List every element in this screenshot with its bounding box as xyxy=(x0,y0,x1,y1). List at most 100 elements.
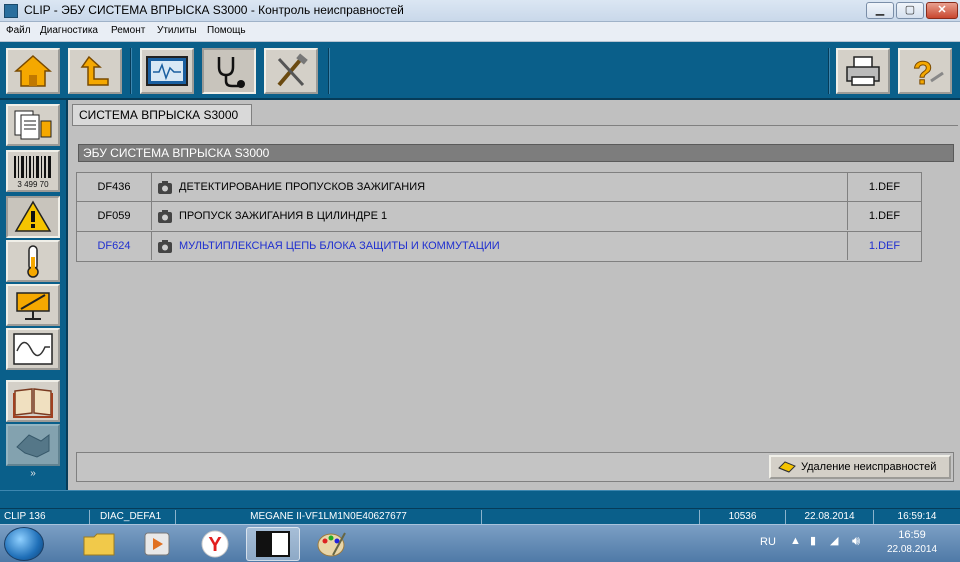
up-level-button[interactable] xyxy=(68,48,122,94)
paint-icon xyxy=(317,532,346,557)
fault-status: 1.DEF xyxy=(847,173,921,201)
repair-icon xyxy=(16,434,50,458)
battery-icon[interactable]: ▮ xyxy=(810,534,816,547)
taskbar-media-player[interactable] xyxy=(130,527,184,561)
clear-faults-label: Удаление неисправностей xyxy=(801,461,937,473)
sidebar-documents-button[interactable] xyxy=(6,104,60,146)
back-up-icon xyxy=(80,55,109,86)
book-icon xyxy=(13,388,53,418)
fault-status: 1.DEF xyxy=(847,232,921,260)
fault-type-icon xyxy=(158,240,172,253)
fault-code: DF436 xyxy=(77,173,152,201)
media-player-icon xyxy=(144,532,170,556)
oscilloscope-icon xyxy=(146,56,188,86)
documents-icon xyxy=(14,110,52,140)
svg-text:?: ? xyxy=(913,55,933,89)
taskbar-clip[interactable] xyxy=(246,527,300,561)
volume-icon[interactable]: 🔊︎ xyxy=(852,533,860,549)
menu-help[interactable]: Помощь xyxy=(207,25,246,36)
main-panel: СИСТЕМА ВПРЫСКА S3000 ЭБУ СИСТЕМА ВПРЫСК… xyxy=(66,100,960,490)
fault-description: ПРОПУСК ЗАЖИГАНИЯ В ЦИЛИНДРЕ 1 xyxy=(179,210,388,222)
toolbar: ? xyxy=(0,42,960,100)
sidebar: 3 499 70 » xyxy=(0,100,66,490)
ecu-section-header: ЭБУ СИСТЕМА ВПРЫСКА S3000 xyxy=(78,144,954,162)
fault-row-selected[interactable]: DF624 МУЛЬТИПЛЕКСНАЯ ЦЕПЬ БЛОКА ЗАЩИТЫ И… xyxy=(76,232,922,262)
taskbar: Y RU ▲ ▮ ◢ 🔊︎ 16:59 22.08.2014 xyxy=(0,524,960,562)
sidebar-parameters-button[interactable] xyxy=(6,240,60,282)
tab-divider xyxy=(72,125,958,126)
taskbar-yandex-browser[interactable]: Y xyxy=(188,527,242,561)
status-date: 22.08.2014 xyxy=(786,510,874,524)
status-device: CLIP 136 xyxy=(0,510,90,524)
repair-tools-button[interactable] xyxy=(264,48,318,94)
diagnostics-button[interactable] xyxy=(202,48,256,94)
sidebar-repair-button[interactable] xyxy=(6,424,60,466)
sidebar-actuators-button[interactable] xyxy=(6,284,60,326)
yandex-icon: Y xyxy=(201,530,229,558)
status-bar: CLIP 136 DIAC_DEFA1 MEGANE II-VF1LM1N0E4… xyxy=(0,508,960,524)
clip-app-icon xyxy=(256,531,290,557)
status-time: 16:59:14 xyxy=(897,511,937,522)
print-button[interactable] xyxy=(836,48,890,94)
fault-description: МУЛЬТИПЛЕКСНАЯ ЦЕПЬ БЛОКА ЗАЩИТЫ И КОММУ… xyxy=(179,240,500,252)
taskbar-paint[interactable] xyxy=(304,527,358,561)
warning-icon xyxy=(14,200,52,232)
sidebar-scroll-down[interactable]: » xyxy=(6,468,60,484)
fault-code: DF059 xyxy=(77,202,152,230)
clear-faults-button[interactable]: Удаление неисправностей xyxy=(769,455,951,479)
taskbar-explorer[interactable] xyxy=(72,527,126,561)
status-number: 10536 xyxy=(700,510,786,524)
language-indicator[interactable]: RU xyxy=(760,536,776,548)
printer-icon xyxy=(846,56,880,86)
close-button[interactable]: ✕ xyxy=(926,2,958,19)
thermometer-icon xyxy=(27,245,39,278)
eraser-icon xyxy=(778,461,796,473)
tray-clock-date[interactable]: 22.08.2014 xyxy=(880,544,944,555)
info-strip xyxy=(0,490,960,508)
title-bar: CLIP - ЭБУ СИСТЕМА ВПРЫСКА S3000 - Контр… xyxy=(0,0,960,22)
maximize-button[interactable]: ▢ xyxy=(896,2,924,19)
minimize-button[interactable]: ▁ xyxy=(866,2,894,19)
menu-utilities[interactable]: Утилиты xyxy=(157,25,197,36)
menu-repair[interactable]: Ремонт xyxy=(111,25,145,36)
window-title: CLIP - ЭБУ СИСТЕМА ВПРЫСКА S3000 - Контр… xyxy=(24,3,404,17)
tab-injection-system[interactable]: СИСТЕМА ВПРЫСКА S3000 xyxy=(72,104,252,126)
fault-row[interactable]: DF436 ДЕТЕКТИРОВАНИЕ ПРОПУСКОВ ЗАЖИГАНИЯ… xyxy=(76,172,922,202)
barcode-icon: 3 499 70 xyxy=(14,156,51,189)
stethoscope-icon xyxy=(217,57,245,88)
home-button[interactable] xyxy=(6,48,60,94)
toolbar-separator xyxy=(328,48,330,94)
home-icon xyxy=(14,54,52,87)
signal-graph-icon xyxy=(13,333,53,365)
actuator-icon xyxy=(16,292,50,320)
status-diag: DIAC_DEFA1 xyxy=(90,510,176,524)
status-empty xyxy=(482,510,700,524)
help-button[interactable]: ? xyxy=(898,48,952,94)
help-icon: ? xyxy=(913,55,944,89)
start-button[interactable] xyxy=(4,527,44,561)
fault-code: DF624 xyxy=(77,232,152,260)
sidebar-documentation-button[interactable] xyxy=(6,380,60,422)
menu-bar: Файл Диагностика Ремонт Утилиты Помощь xyxy=(0,22,960,42)
barcode-number: 3 499 70 xyxy=(17,180,49,189)
status-vehicle: MEGANE II-VF1LM1N0E40627677 xyxy=(176,510,482,524)
tray-clock-time[interactable]: 16:59 xyxy=(884,529,940,541)
fault-type-icon xyxy=(158,210,172,223)
toolbar-separator xyxy=(828,48,830,94)
fault-status: 1.DEF xyxy=(847,202,921,230)
network-icon[interactable]: ◢ xyxy=(830,534,838,547)
app-icon xyxy=(4,4,18,18)
sidebar-signals-button[interactable] xyxy=(6,328,60,370)
fault-row[interactable]: DF059 ПРОПУСК ЗАЖИГАНИЯ В ЦИЛИНДРЕ 1 1.D… xyxy=(76,202,922,232)
menu-diagnostics[interactable]: Диагностика xyxy=(40,25,98,36)
sidebar-faults-button[interactable] xyxy=(6,196,60,238)
fault-description: ДЕТЕКТИРОВАНИЕ ПРОПУСКОВ ЗАЖИГАНИЯ xyxy=(179,181,426,193)
menu-file[interactable]: Файл xyxy=(6,25,31,36)
toolbar-separator xyxy=(130,48,132,94)
folder-icon xyxy=(83,533,115,556)
tray-expand-icon[interactable]: ▲ xyxy=(790,535,801,547)
sidebar-identification-button[interactable]: 3 499 70 xyxy=(6,150,60,192)
measure-button[interactable] xyxy=(140,48,194,94)
tools-icon xyxy=(277,53,308,87)
action-bar: Удаление неисправностей xyxy=(76,452,954,482)
